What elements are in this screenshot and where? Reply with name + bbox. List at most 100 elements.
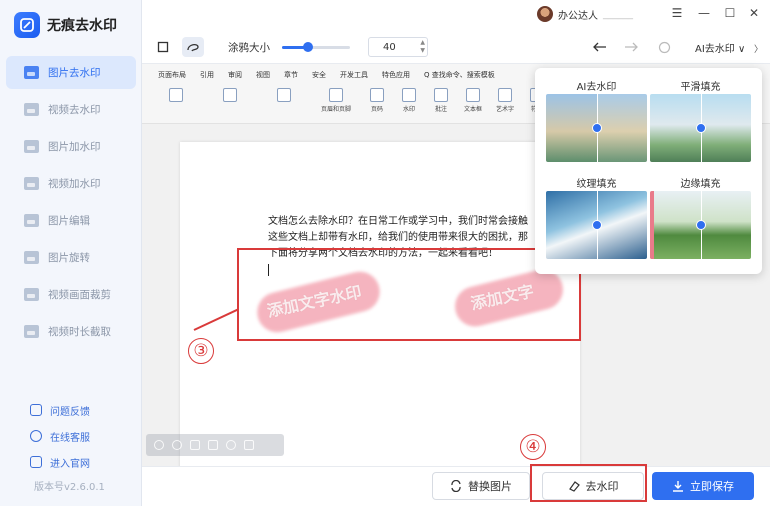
menu-icon[interactable]: ☰ <box>669 6 685 20</box>
sidebar-item-video-add-watermark[interactable]: 视频加水印 <box>6 167 136 200</box>
sidebar-item-label: 视频去水印 <box>48 104 101 116</box>
annotation-callout-4: ④ <box>520 434 546 460</box>
customer-service-link[interactable]: 在线客服 <box>30 423 90 449</box>
sidebar-item-image-rotate[interactable]: 图片旋转 <box>6 241 136 274</box>
compare-knob-icon <box>695 220 706 230</box>
ribbon-tab: 开发工具 <box>340 71 368 79</box>
sidebar-item-video-trim[interactable]: 视频时长截取 <box>6 315 136 348</box>
user-name: 办公达人 <box>558 10 598 22</box>
chevron-right-icon[interactable]: 〉 <box>754 42 763 55</box>
app-name: 无痕去水印 <box>47 18 117 34</box>
sidebar-item-video-remove-watermark[interactable]: 视频去水印 <box>6 93 136 126</box>
ribbon-tool: 页码 <box>364 88 390 113</box>
ribbon-tab: 特色应用 <box>382 71 410 79</box>
close-button[interactable]: ✕ <box>746 6 762 20</box>
replace-image-button[interactable]: 替换图片 <box>432 472 530 500</box>
sidebar-item-label: 图片去水印 <box>48 67 101 79</box>
feedback-link[interactable]: 问题反馈 <box>30 397 90 423</box>
rectangle-select-icon[interactable] <box>152 37 174 57</box>
official-site-label: 进入官网 <box>50 458 90 470</box>
mode-select[interactable]: AI去水印 ∨ <box>695 40 745 55</box>
feedback-icon <box>30 404 42 416</box>
ribbon-tool-label: 页眉和页脚 <box>320 106 351 113</box>
mode-option-label: 平滑填充 <box>680 82 721 93</box>
ribbon-tab: 审阅 <box>228 71 242 79</box>
sidebar: 无痕去水印 图片去水印 视频去水印 图片加水印 视频加水印 图片编辑 图片旋转 <box>0 0 142 506</box>
compare-knob-icon <box>591 220 602 230</box>
sidebar-item-label: 视频画面裁剪 <box>48 289 111 301</box>
download-icon <box>673 481 683 492</box>
official-site-link[interactable]: 进入官网 <box>30 449 90 475</box>
annotation-box-remove-button <box>530 464 647 502</box>
brush-size-label: 涂鸦大小 <box>228 42 270 54</box>
zoom-out-icon[interactable] <box>154 440 164 450</box>
ribbon-tab: 页面布局 <box>158 71 186 79</box>
minimize-button[interactable]: — <box>696 6 712 20</box>
ribbon-tool: 水印 <box>396 88 422 113</box>
ribbon-tool-label: 艺术字 <box>495 106 514 113</box>
shape-icon <box>223 88 237 102</box>
sidebar-item-image-edit[interactable]: 图片编辑 <box>6 204 136 237</box>
sidebar-item-label: 视频加水印 <box>48 178 101 190</box>
original-size-icon[interactable] <box>244 440 254 450</box>
ribbon-tool <box>206 88 254 113</box>
compare-knob-icon <box>591 123 602 133</box>
ribbon-tab: Q 查找命令、搜索模板 <box>424 71 495 79</box>
mode-option-label: 边缘填充 <box>680 179 721 190</box>
table-icon <box>169 88 183 102</box>
mode-preview-smooth <box>650 94 751 162</box>
maximize-button[interactable]: ☐ <box>722 6 738 20</box>
avatar <box>537 6 553 22</box>
hand-icon[interactable] <box>226 440 236 450</box>
redo-icon[interactable] <box>620 37 642 57</box>
stepper-arrows-icon[interactable]: ▲ ▼ <box>420 39 425 55</box>
brand: 无痕去水印 <box>14 12 117 38</box>
ribbon-tab: 引用 <box>200 71 214 79</box>
ribbon-tab: 视图 <box>256 71 270 79</box>
fit-icon[interactable] <box>190 440 200 450</box>
ribbon-tools: 页眉和页脚 页码 水印 批注 文本框 艺术字 符号 公式 <box>152 88 582 113</box>
customer-service-label: 在线客服 <box>50 432 90 444</box>
brush-size-input[interactable]: 40 ▲ ▼ <box>368 37 428 57</box>
sidebar-item-label: 图片加水印 <box>48 141 101 153</box>
mode-preview-ai <box>546 94 647 162</box>
mode-option-smooth[interactable]: 平滑填充 <box>650 78 751 162</box>
sidebar-item-image-add-watermark[interactable]: 图片加水印 <box>6 130 136 163</box>
chart-icon <box>277 88 291 102</box>
fullscreen-icon[interactable] <box>208 440 218 450</box>
sidebar-nav: 图片去水印 视频去水印 图片加水印 视频加水印 图片编辑 图片旋转 视频画面裁剪 <box>6 56 136 352</box>
replace-icon <box>451 480 461 492</box>
save-button[interactable]: 立即保存 <box>652 472 754 500</box>
sidebar-links: 问题反馈 在线客服 进入官网 <box>30 397 90 475</box>
compare-knob-icon <box>695 123 706 133</box>
save-label: 立即保存 <box>690 480 734 493</box>
watermark-icon <box>402 88 416 102</box>
editor-toolbar: 涂鸦大小 40 ▲ ▼ AI去水印 ∨ 〉 <box>142 30 770 64</box>
wordart-icon <box>498 88 512 102</box>
ribbon-tool: 文本框 <box>460 88 486 113</box>
slider-thumb[interactable] <box>302 42 313 52</box>
video-icon <box>24 177 39 190</box>
ribbon-tabs: 页面布局 引用 审阅 视图 章节 安全 开发工具 特色应用 Q 查找命令、搜索模… <box>158 70 495 80</box>
sidebar-item-image-remove-watermark[interactable]: 图片去水印 <box>6 56 136 89</box>
title-bar: 办公达人 ______ ☰ — ☐ ✕ <box>142 0 770 30</box>
mode-option-ai[interactable]: AI去水印 <box>546 78 647 162</box>
zoom-in-icon[interactable] <box>172 440 182 450</box>
document-line: 文档怎么去除水印？在日常工作或学习中，我们时常会接触 <box>268 216 528 227</box>
ribbon-tool-label: 文本框 <box>463 106 482 113</box>
undo-icon[interactable] <box>589 37 611 57</box>
brush-tool-icon[interactable] <box>182 37 204 57</box>
brush-size-slider[interactable] <box>282 42 350 52</box>
mode-option-edge[interactable]: 边缘填充 <box>650 175 751 259</box>
bottom-bar: 替换图片 去水印 立即保存 <box>142 466 770 506</box>
crop-icon <box>24 288 39 301</box>
compare-icon[interactable] <box>653 37 675 57</box>
rotate-icon <box>24 251 39 264</box>
sidebar-item-video-crop[interactable]: 视频画面裁剪 <box>6 278 136 311</box>
ribbon-tool: 艺术字 <box>492 88 518 113</box>
mode-option-texture[interactable]: 纹理填充 <box>546 175 647 259</box>
user-account[interactable]: 办公达人 ______ <box>537 6 633 22</box>
mode-option-label: 纹理填充 <box>576 179 617 190</box>
document-line: 这些文档上却带有水印，给我们的使用带来很大的困扰，那 <box>268 232 528 243</box>
page-number-icon <box>370 88 384 102</box>
